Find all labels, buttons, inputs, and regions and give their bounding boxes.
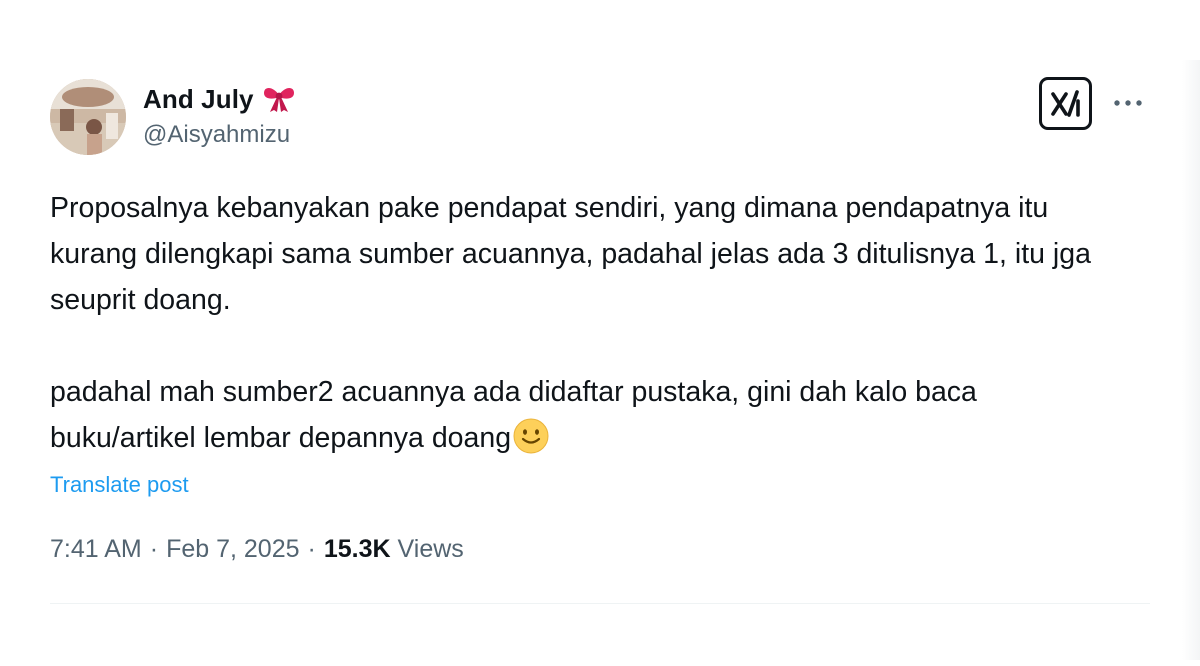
tweet-meta: 7:41 AM · Feb 7, 2025 · 15.3K Views — [50, 535, 464, 564]
slightly-smiling-face-emoji-icon — [512, 417, 550, 455]
tweet-text: Proposalnya kebanyakan pake pendapat sen… — [50, 185, 1130, 461]
grok-button[interactable] — [1039, 77, 1092, 130]
grok-icon — [1050, 89, 1080, 117]
more-dots-icon — [1114, 100, 1142, 106]
tweet-paragraph-2: padahal mah sumber2 acuannya ada didafta… — [50, 369, 1130, 461]
more-options-button[interactable] — [1108, 88, 1148, 118]
author-display-name[interactable]: And July — [143, 84, 254, 115]
tweet-paragraph-1: Proposalnya kebanyakan pake pendapat sen… — [50, 192, 1091, 316]
avatar-photo — [50, 79, 126, 155]
meta-separator: · — [307, 535, 316, 563]
author-name-row[interactable]: And July — [143, 82, 296, 116]
edge-shadow — [1182, 60, 1200, 660]
meta-separator: · — [149, 535, 159, 563]
views-count[interactable]: 15.3K — [324, 535, 391, 564]
tweet-date[interactable]: Feb 7, 2025 — [166, 535, 299, 564]
tweet-time[interactable]: 7:41 AM — [50, 535, 142, 564]
ribbon-bow-icon — [262, 85, 296, 113]
views-label: Views — [397, 535, 464, 563]
author-handle[interactable]: @Aisyahmizu — [143, 121, 290, 149]
avatar[interactable] — [50, 79, 126, 155]
translate-post-link[interactable]: Translate post — [50, 472, 189, 498]
divider — [50, 603, 1150, 604]
tweet-card: And July @Aisyahmizu Proposalnya kebanya… — [0, 0, 1200, 666]
